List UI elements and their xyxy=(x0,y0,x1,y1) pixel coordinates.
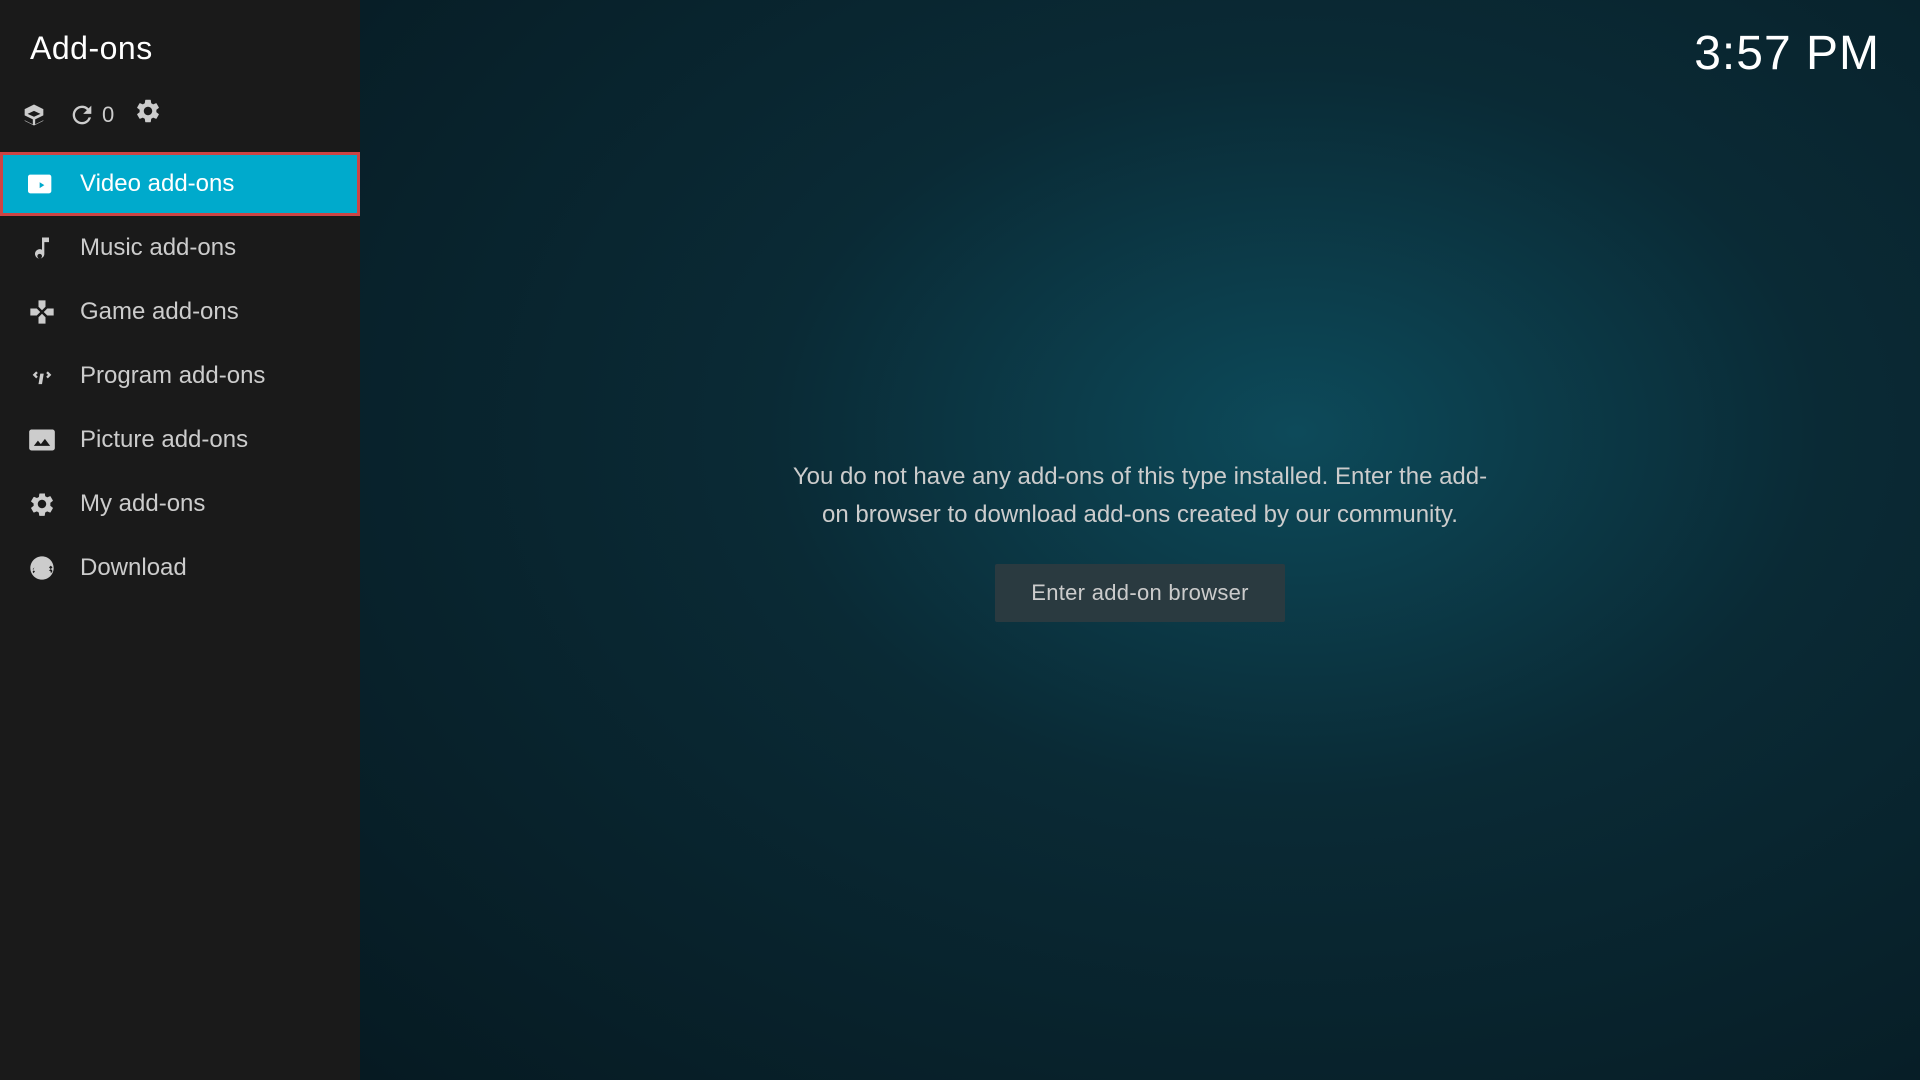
sidebar-item-label-my-add-ons: My add-ons xyxy=(80,490,205,518)
sidebar-item-label-picture-add-ons: Picture add-ons xyxy=(80,426,248,454)
addons-icon[interactable] xyxy=(20,101,48,129)
time-display: 3:57 PM xyxy=(1694,26,1880,81)
refresh-count: 0 xyxy=(102,102,114,128)
sidebar-item-label-game-add-ons: Game add-ons xyxy=(80,298,239,326)
sidebar-item-video-add-ons[interactable]: Video add-ons xyxy=(0,152,360,216)
enter-addon-browser-button[interactable]: Enter add-on browser xyxy=(995,564,1285,622)
video-icon xyxy=(24,170,60,198)
sidebar: Add-ons 0 xyxy=(0,0,360,1080)
nav-menu: Video add-ons Music add-ons Game add-ons xyxy=(0,152,360,600)
sidebar-item-program-add-ons[interactable]: Program add-ons xyxy=(0,344,360,408)
settings-icon[interactable] xyxy=(134,97,162,132)
toolbar: 0 xyxy=(0,87,360,152)
sidebar-item-download[interactable]: Download xyxy=(0,536,360,600)
refresh-group[interactable]: 0 xyxy=(68,101,114,129)
page-title: Add-ons xyxy=(0,0,360,87)
empty-message-text: You do not have any add-ons of this type… xyxy=(780,458,1500,535)
sidebar-item-game-add-ons[interactable]: Game add-ons xyxy=(0,280,360,344)
main-content: 3:57 PM You do not have any add-ons of t… xyxy=(360,0,1920,1080)
empty-message-container: You do not have any add-ons of this type… xyxy=(780,458,1500,535)
music-icon xyxy=(24,234,60,262)
sidebar-item-label-video-add-ons: Video add-ons xyxy=(80,170,234,198)
sidebar-item-label-download: Download xyxy=(80,554,187,582)
picture-icon xyxy=(24,426,60,454)
game-icon xyxy=(24,298,60,326)
sidebar-item-music-add-ons[interactable]: Music add-ons xyxy=(0,216,360,280)
sidebar-item-label-music-add-ons: Music add-ons xyxy=(80,234,236,262)
my-addons-icon xyxy=(24,490,60,518)
sidebar-item-label-program-add-ons: Program add-ons xyxy=(80,362,265,390)
program-icon xyxy=(24,362,60,390)
download-icon xyxy=(24,554,60,582)
sidebar-item-my-add-ons[interactable]: My add-ons xyxy=(0,472,360,536)
sidebar-item-picture-add-ons[interactable]: Picture add-ons xyxy=(0,408,360,472)
